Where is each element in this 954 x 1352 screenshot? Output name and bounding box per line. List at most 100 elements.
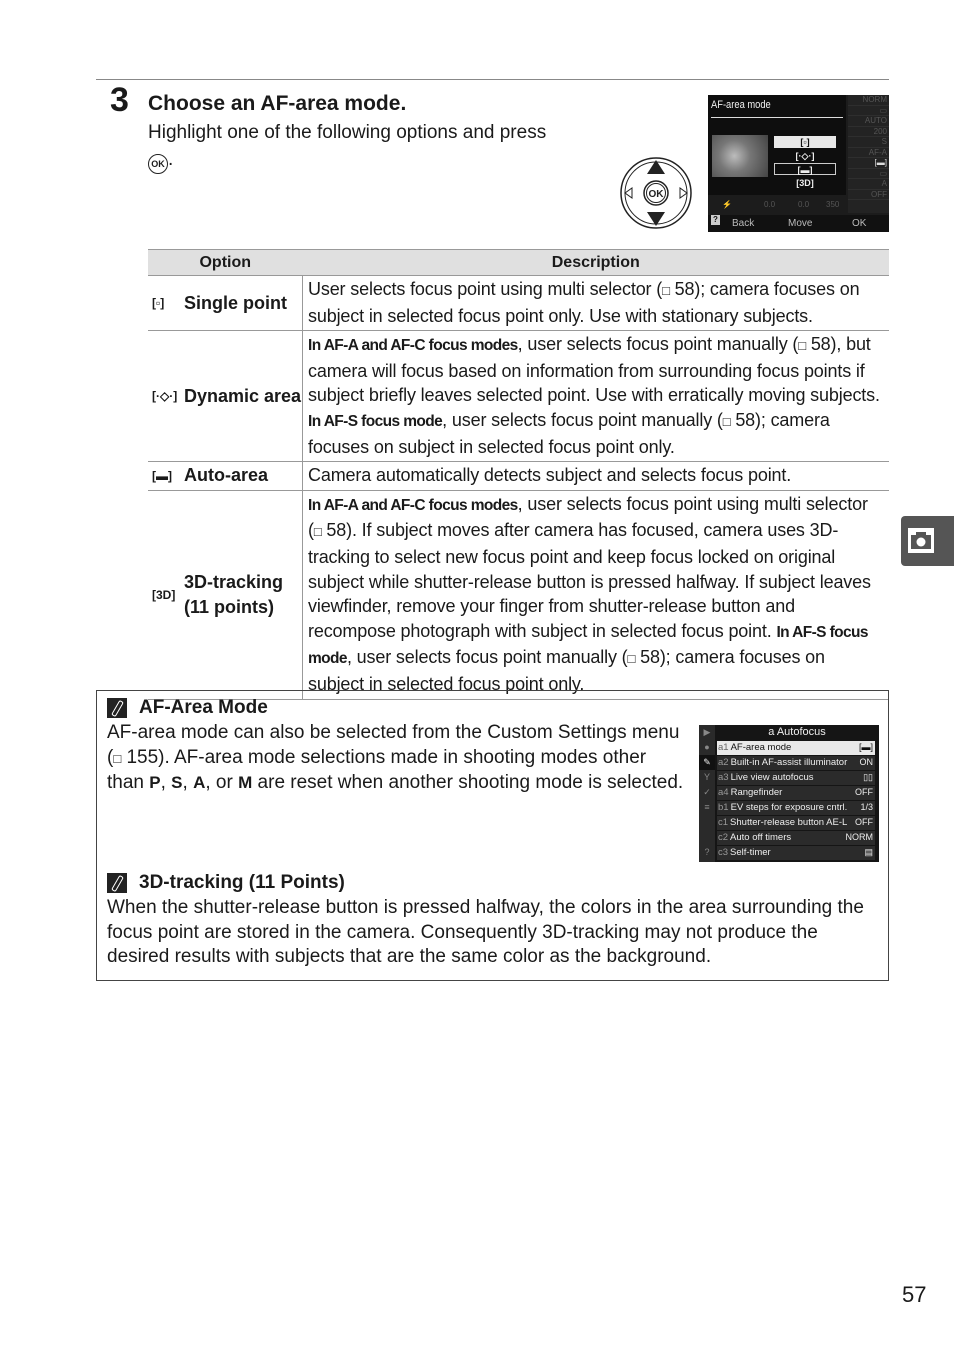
option-cell-content: [▬] Auto-area	[148, 463, 302, 488]
note-heading-3d-tracking: 3D-tracking (11 Points)	[107, 871, 345, 895]
flash-icon: ⚡	[722, 200, 732, 209]
menu-rail-icon[interactable]: ✓	[699, 785, 715, 800]
menu-item-label: Self-timer	[730, 847, 771, 858]
menu-rail-icon[interactable]: ≡	[699, 800, 715, 815]
step-body-end: .	[168, 149, 174, 170]
help-icon: ?	[711, 215, 720, 225]
side-panel-item: ▭	[848, 106, 889, 116]
pencil-note-icon	[107, 873, 127, 893]
menu-item-a4[interactable]: a4 Rangefinder OFF	[717, 786, 875, 800]
description-text: User selects focus point using multi sel…	[308, 279, 663, 299]
screen-option-dynamic-area[interactable]: [·◇·]	[774, 150, 836, 162]
menu-item-value: ▤	[864, 847, 873, 857]
side-panel-item: NORM	[848, 95, 889, 106]
book-icon: □	[113, 750, 122, 766]
menu-rail-icon[interactable]: ▶	[699, 725, 715, 740]
svg-text:OK: OK	[649, 189, 665, 200]
mode-s: S	[171, 773, 183, 793]
menu-item-label: Auto off timers	[730, 832, 792, 843]
menu-rail-icon[interactable]	[699, 815, 715, 830]
menu-rail-icon[interactable]: ✎	[699, 755, 715, 770]
menu-rail-icon[interactable]: Y	[699, 770, 715, 785]
focus-mode-condition: In AF-S focus mode	[308, 412, 443, 430]
menu-item-code: c3	[718, 847, 729, 858]
af-mode-icon: [·◇·]	[152, 389, 178, 404]
table-row: [▫] Single point User selects focus point …	[148, 275, 889, 332]
menu-rail-icon[interactable]: ?	[699, 845, 715, 860]
menu-item-c1[interactable]: c1 Shutter-release button AE-L OFF	[717, 816, 875, 830]
side-panel-item: 200	[848, 127, 889, 137]
side-panel-item: OFF	[848, 190, 889, 200]
focus-mode-condition: In AF-A and AF-C focus modes	[308, 496, 518, 514]
option-label: Single point	[184, 292, 287, 313]
screen-title: AF-area mode	[711, 99, 771, 111]
mode-p: P	[149, 773, 161, 793]
menu-item-code: c1	[718, 817, 729, 828]
menu-rail-icon[interactable]	[699, 830, 715, 845]
menu-title: a Autofocus	[768, 726, 826, 738]
table-header-row: Option Description	[148, 249, 889, 276]
mode-m: M	[238, 773, 253, 793]
menu-item-c3[interactable]: c3 Self-timer ▤	[717, 846, 875, 860]
screen-main-area: AF-area mode [▫] [·◇·] [▬] [3D]	[708, 95, 846, 195]
option-cell: [·◇·] Dynamic area	[148, 330, 303, 463]
note-text-part: are reset when another shooting mode is …	[252, 772, 684, 794]
menu-item-a1[interactable]: a1 AF-area mode [▬]	[717, 741, 875, 755]
menu-item-a3[interactable]: a3 Live view autofocus ▯▯	[717, 771, 875, 785]
screen-option-auto-area[interactable]: [▬]	[774, 163, 836, 175]
side-panel-item: [▬]	[848, 158, 889, 169]
af-mode-icon: [▫]	[152, 296, 165, 311]
menu-item-c2[interactable]: c2 Auto off timers NORM	[717, 831, 875, 845]
menu-item-b1[interactable]: b1 EV steps for exposure cntrl. 1/3	[717, 801, 875, 815]
option-cell: [▫] Single point	[148, 275, 303, 332]
menu-item-label: AF-area mode	[730, 742, 792, 753]
step-title: Choose an AF-area mode.	[148, 92, 407, 115]
menu-item-a2[interactable]: a2 Built-in AF-assist illuminator ON	[717, 756, 875, 770]
header-description: Description	[302, 249, 889, 276]
focus-mode-condition: In AF-A and AF-C focus modes	[308, 337, 518, 355]
side-panel-item: S	[848, 137, 889, 148]
ok-button-icon: OK	[148, 154, 168, 174]
footer-move: Move	[788, 218, 813, 229]
af-area-mode-screen: AF-area mode [▫] [·◇·] [▬] [3D] NORM ▭ A…	[708, 95, 889, 232]
description-cell: User selects focus point using multi sel…	[302, 275, 889, 332]
custom-settings-menu-screen: ▶ ● ✎ Y ✓ ≡? a Autofocus a1 AF-area mode [▬] a2 B…	[699, 725, 879, 862]
screen-footer: ? Back Move OK	[708, 215, 889, 232]
pencil-note-icon	[107, 698, 127, 718]
screen-option-single-point[interactable]: [▫]	[774, 136, 836, 148]
table-row: [·◇·] Dynamic area In AF-A and AF-C focus …	[148, 330, 889, 463]
menu-item-label: Live view autofocus	[730, 772, 814, 783]
screen-title-rule	[711, 117, 843, 118]
remaining-shots: 350	[826, 200, 840, 209]
description-cell: Camera automatically detects subject and…	[302, 461, 889, 491]
menu-item-code: c2	[718, 832, 729, 843]
page-number: 57	[902, 1282, 927, 1307]
preview-thumbnail	[712, 135, 768, 177]
description-text: , user selects focus point manually (	[346, 647, 628, 668]
table-row: [3D] 3D-tracking (11 points) In AF-A and A…	[148, 490, 889, 700]
menu-item-value: ▯▯	[863, 772, 873, 782]
header-option: Option	[148, 249, 303, 276]
side-panel-item: ▭	[848, 169, 889, 179]
note-title: AF-Area Mode	[139, 697, 268, 718]
step-body-text: Highlight one of the following options a…	[148, 122, 547, 143]
menu-item-value: OFF	[855, 817, 873, 827]
menu-item-code: b1	[718, 802, 729, 813]
menu-rail-icon[interactable]: ●	[699, 740, 715, 755]
menu-item-value: NORM	[845, 832, 874, 842]
description-text: , user selects focus point manually (	[517, 334, 799, 355]
menu-item-value: ON	[859, 757, 874, 767]
af-area-options-table: Option Description [▫] Single point User s…	[148, 249, 889, 700]
step-number: 3	[110, 81, 129, 119]
section-tab	[901, 516, 954, 566]
top-divider	[96, 79, 889, 80]
option-cell-content: [·◇·] Dynamic area	[148, 384, 302, 409]
menu-item-code: a4	[718, 787, 729, 798]
note-heading-af-area: AF-Area Mode	[107, 696, 268, 720]
book-icon: □	[798, 338, 806, 354]
menu-item-code: a3	[718, 772, 729, 783]
menu-item-code: a2	[718, 757, 729, 768]
menu-rail: ▶ ● ✎ Y ✓ ≡?	[699, 725, 715, 862]
note-text-af-area: AF-area mode can also be selected from t…	[107, 722, 684, 794]
screen-option-3d-tracking[interactable]: [3D]	[774, 177, 836, 189]
